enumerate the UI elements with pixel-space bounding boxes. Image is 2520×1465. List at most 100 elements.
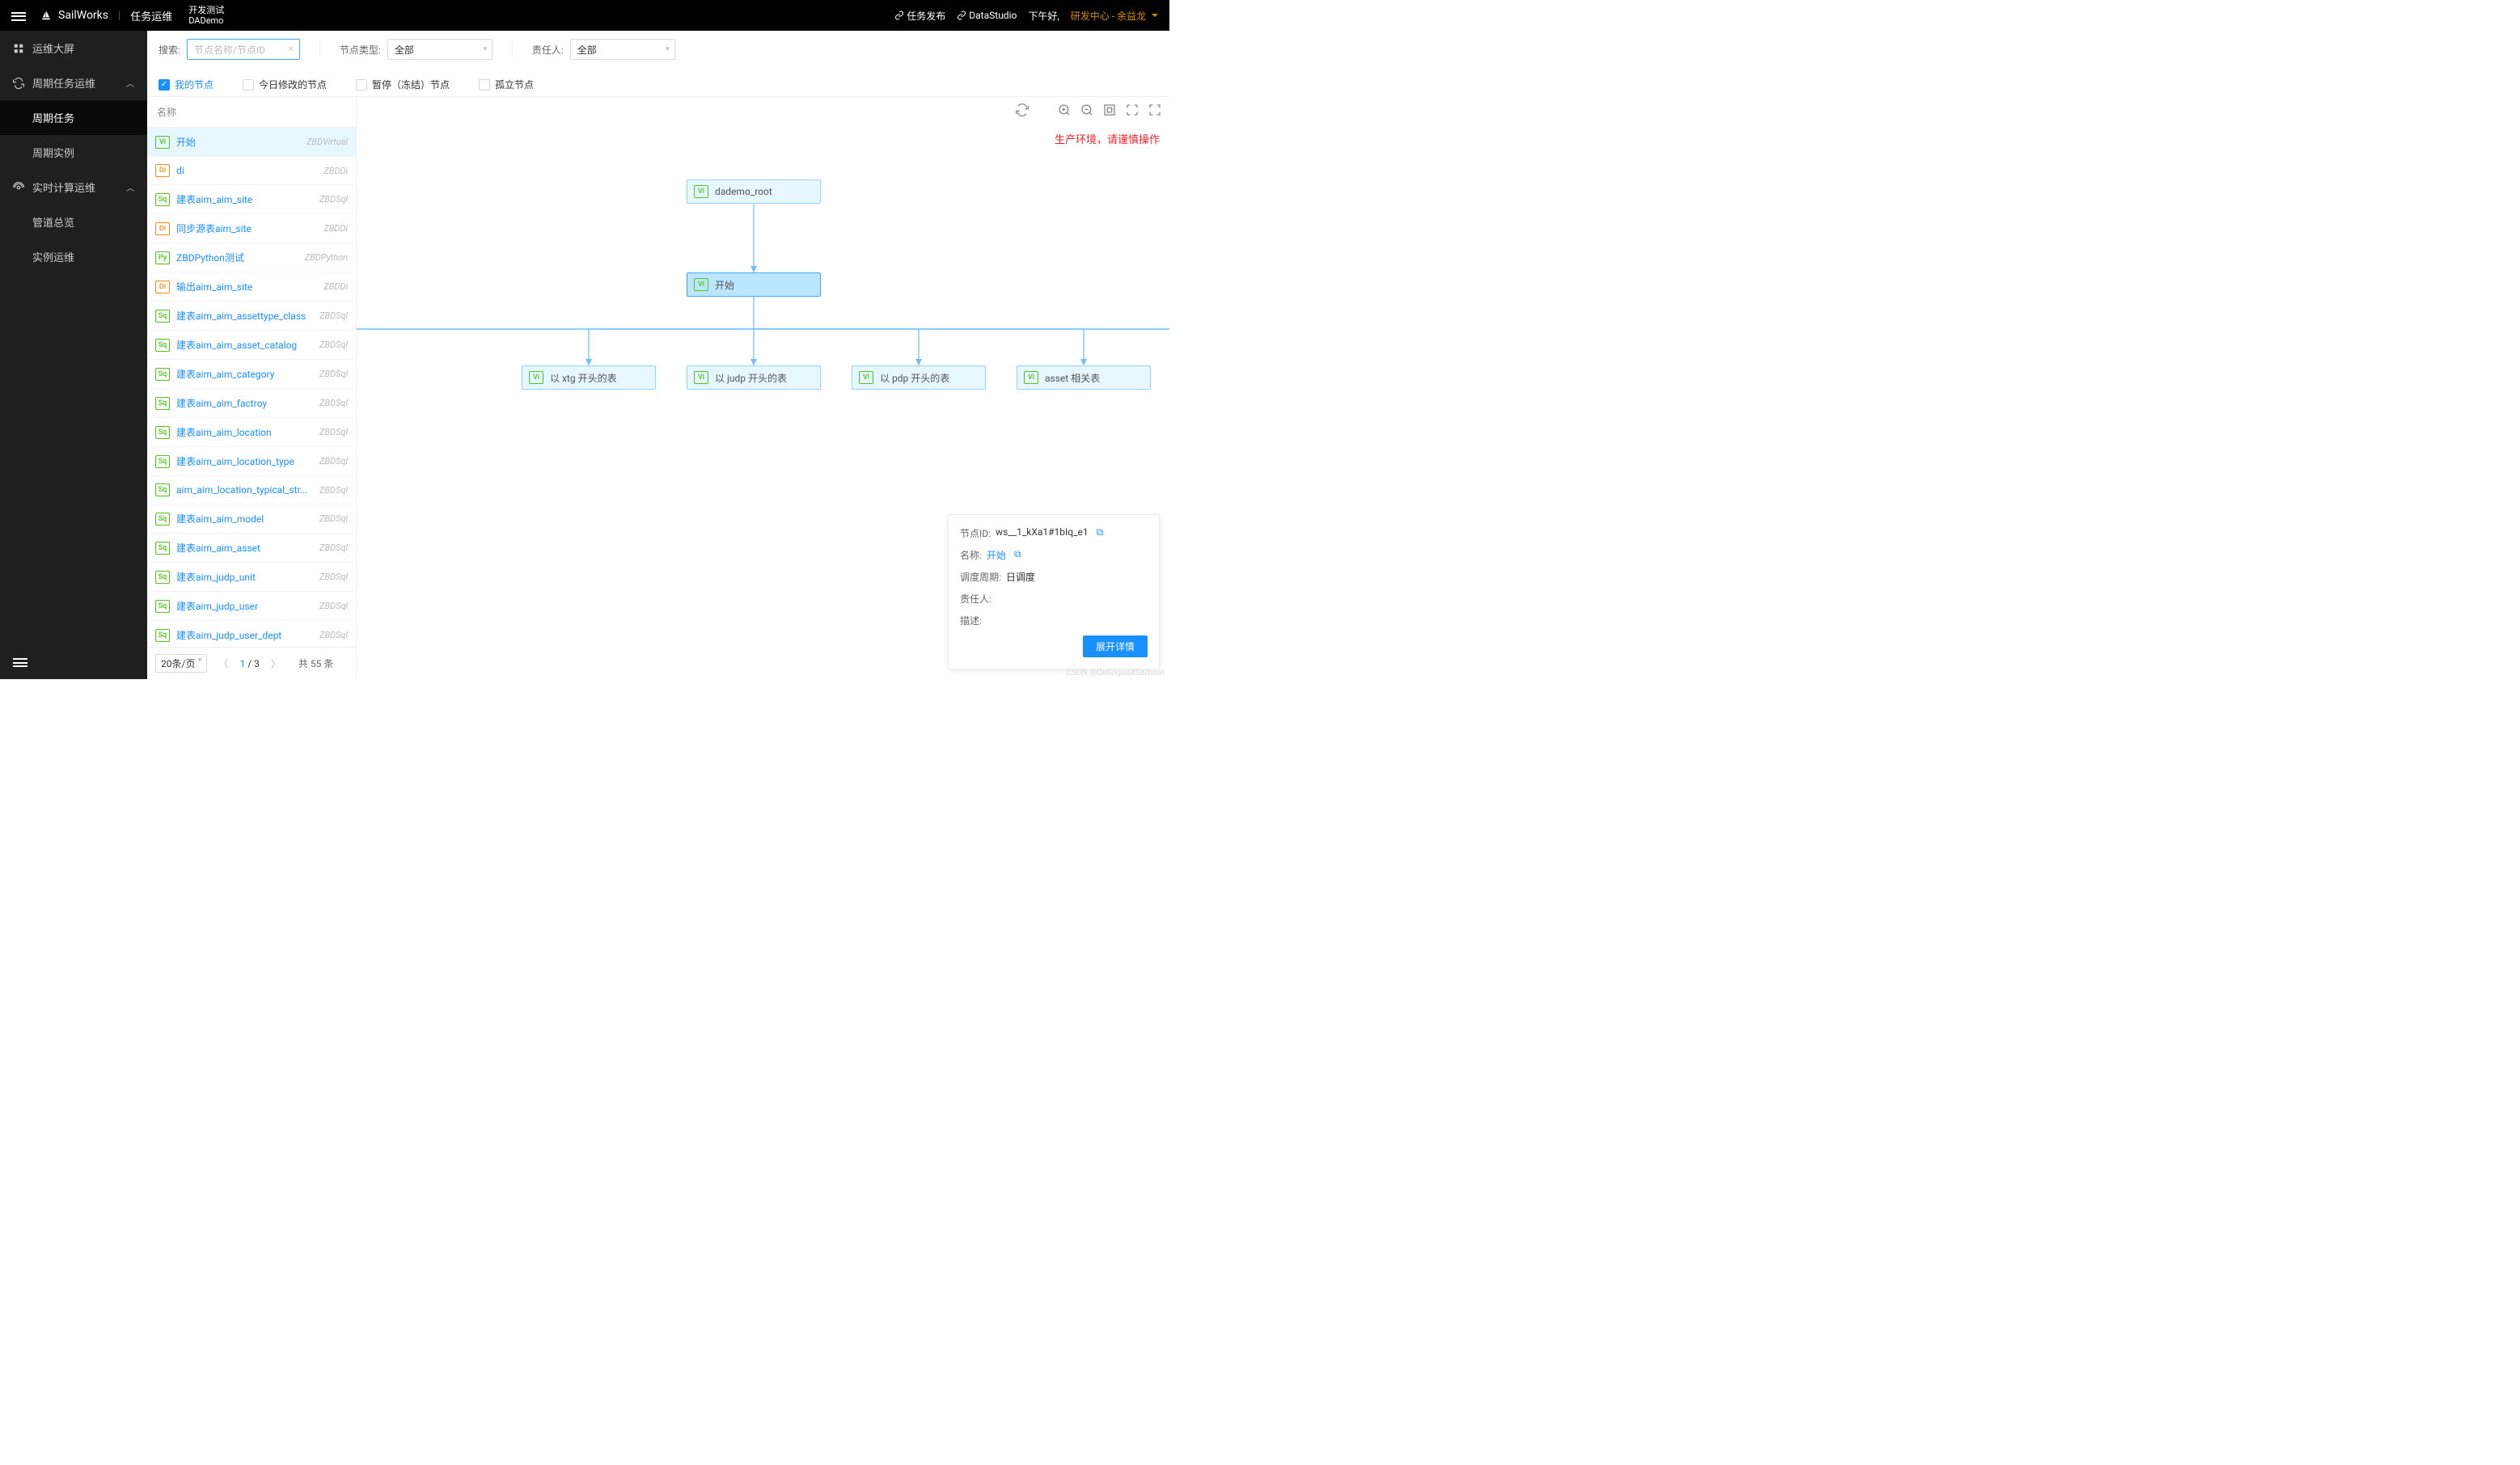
list-item[interactable]: Vi开始ZBDVirtual xyxy=(147,128,356,157)
list-item[interactable]: Sq建表aim_aim_assettype_classZBDSql xyxy=(147,302,356,331)
list-item[interactable]: Sq建表aim_aim_assetZBDSql xyxy=(147,534,356,563)
list-item[interactable]: Sq建表aim_aim_locationZBDSql xyxy=(147,418,356,447)
pagination: 20条/页 ▾ 〈 1 / 3 〉 共 55 条 xyxy=(147,647,356,679)
node-type: ZBDSql xyxy=(319,310,348,321)
node-type: ZBDSql xyxy=(319,572,348,582)
expand-detail-button[interactable]: 展开详情 xyxy=(1083,635,1148,657)
node-name: 建表aim_judp_user_dept xyxy=(176,628,319,642)
list-item[interactable]: Sq建表aim_aim_modelZBDSql xyxy=(147,505,356,534)
node-type: ZBDSql xyxy=(319,456,348,467)
list-item[interactable]: PyZBDPython测试ZBDPython xyxy=(147,243,356,272)
copy-icon[interactable]: ⧉ xyxy=(1097,526,1104,540)
list-item[interactable]: Sq建表aim_aim_categoryZBDSql xyxy=(147,360,356,389)
node-list[interactable]: Vi开始ZBDVirtualDidiZBDDiSq建表aim_aim_siteZ… xyxy=(147,128,356,647)
sidebar-item-dashboard[interactable]: 运维大屏 xyxy=(0,31,147,65)
link-task-publish[interactable]: 任务发布 xyxy=(894,9,945,23)
env-selector[interactable]: 开发测试 DADemo xyxy=(188,5,224,26)
chk-my-nodes[interactable]: ✓ 我的节点 xyxy=(159,78,214,91)
page-prev[interactable]: 〈 xyxy=(215,657,231,670)
list-item[interactable]: Sqaim_aim_location_typical_str...ZBDSql xyxy=(147,476,356,505)
node-name: 建表aim_aim_model xyxy=(176,512,319,526)
dag-node-label: dademo_root xyxy=(715,186,772,197)
checkbox-icon xyxy=(356,79,367,91)
link-datastudio[interactable]: DataStudio xyxy=(957,10,1017,21)
dag-node-label: 以 judp 开头的表 xyxy=(715,371,787,385)
node-type: ZBDDi xyxy=(323,281,348,292)
dag-canvas[interactable]: 生产环境，请谨慎操作 Vidademo_rootVi开始Vi相关表Vi以 xtg… xyxy=(357,97,1169,679)
list-item[interactable]: Sq建表aim_aim_asset_catalogZBDSql xyxy=(147,331,356,360)
type-badge: Vi xyxy=(694,185,708,198)
checkbox-icon xyxy=(479,79,490,91)
list-item[interactable]: Di输出aim_aim_siteZBDDi xyxy=(147,272,356,302)
list-item[interactable]: Di同步源表aim_siteZBDDi xyxy=(147,214,356,243)
list-item[interactable]: Sq建表aim_aim_location_typeZBDSql xyxy=(147,447,356,476)
type-badge: Sq xyxy=(155,483,170,496)
node-type: ZBDSql xyxy=(319,485,348,496)
list-item[interactable]: Sq建表aim_judp_unitZBDSql xyxy=(147,563,356,592)
node-type: ZBDSql xyxy=(319,630,348,640)
sidebar-item-realtime-ops[interactable]: 实时计算运维 ︿ xyxy=(0,170,147,205)
chk-label: 暂停（冻结）节点 xyxy=(372,78,450,91)
node-type: ZBDDi xyxy=(323,223,348,234)
chk-today-modified[interactable]: 今日修改的节点 xyxy=(243,78,327,91)
list-item[interactable]: Sq建表aim_aim_siteZBDSql xyxy=(147,185,356,214)
type-select[interactable]: 全部 ▾ xyxy=(387,39,493,60)
realtime-icon xyxy=(13,182,24,193)
type-badge: Sq xyxy=(155,397,170,410)
list-item[interactable]: Sq建表aim_aim_factroyZBDSql xyxy=(147,389,356,418)
detail-name-value[interactable]: 开始 xyxy=(987,548,1006,562)
brand: SailWorks xyxy=(40,9,108,22)
dag-node[interactable]: Vi以 judp 开头的表 xyxy=(687,365,821,390)
dag-node[interactable]: Vi开始 xyxy=(687,272,821,297)
chk-orphan[interactable]: 孤立节点 xyxy=(479,78,534,91)
total-count: 共 55 条 xyxy=(298,657,333,670)
hamburger-icon[interactable] xyxy=(11,10,26,21)
link-icon xyxy=(957,11,966,20)
dag-node[interactable]: Vi 以 pdp 开头的表 xyxy=(852,365,986,390)
sidebar-item-periodic-task[interactable]: 周期任务 xyxy=(0,100,147,135)
node-name: 同步源表aim_site xyxy=(176,222,323,235)
dag-node-label: 以 pdp 开头的表 xyxy=(880,371,949,385)
node-type: ZBDSql xyxy=(319,398,348,408)
list-item[interactable]: Sq建表aim_judp_userZBDSql xyxy=(147,592,356,621)
sidebar-item-periodic-ops[interactable]: 周期任务运维 ︿ xyxy=(0,65,147,100)
owner-label: 责任人: xyxy=(532,43,564,57)
copy-icon[interactable]: ⧉ xyxy=(1014,548,1021,562)
type-badge: Sq xyxy=(155,542,170,555)
chk-paused[interactable]: 暂停（冻结）节点 xyxy=(356,78,450,91)
sidebar-label: 管道总览 xyxy=(32,214,74,230)
user-menu[interactable]: 研发中心 - 余益龙 xyxy=(1071,9,1158,23)
chevron-down-icon: ▾ xyxy=(483,45,487,53)
sidebar-item-pipeline-overview[interactable]: 管道总览 xyxy=(0,205,147,239)
owner-select[interactable]: 全部 ▾ xyxy=(570,39,675,60)
type-badge: Vi xyxy=(859,371,873,384)
divider: | xyxy=(118,10,121,22)
dag-node[interactable]: Vi dademo_root xyxy=(687,179,821,204)
page-size-select[interactable]: 20条/页 ▾ xyxy=(155,654,207,673)
node-name: 建表aim_aim_location_type xyxy=(176,454,319,468)
type-badge: Sq xyxy=(155,310,170,323)
env-name: 开发测试 xyxy=(188,5,224,15)
dag-node[interactable]: Vi以 xtg 开头的表 xyxy=(522,365,656,390)
page-next[interactable]: 〉 xyxy=(268,657,284,670)
dag-node[interactable]: Viasset 相关表 xyxy=(1017,365,1151,390)
sidebar-label: 周期任务 xyxy=(32,110,74,125)
search-input[interactable]: 节点名称/节点ID ✕ xyxy=(187,39,300,60)
owner-value: 全部 xyxy=(577,43,597,57)
sidebar-collapse[interactable] xyxy=(0,647,147,680)
cycle-icon xyxy=(13,78,24,89)
dag-node-label: 以 xtg 开头的表 xyxy=(550,371,617,385)
list-item[interactable]: DidiZBDDi xyxy=(147,157,356,185)
list-item[interactable]: Sq建表aim_judp_user_deptZBDSql xyxy=(147,621,356,647)
clear-icon[interactable]: ✕ xyxy=(288,45,294,54)
node-type: ZBDSql xyxy=(319,427,348,437)
brand-text: SailWorks xyxy=(58,9,108,22)
node-type: ZBDDi xyxy=(323,166,348,176)
sidebar-item-periodic-instance[interactable]: 周期实例 xyxy=(0,135,147,170)
link-datastudio-text: DataStudio xyxy=(969,10,1017,21)
sidebar-item-instance-ops[interactable]: 实例运维 xyxy=(0,239,147,274)
env-project: DADemo xyxy=(188,15,224,26)
sidebar: 运维大屏 周期任务运维 ︿ 周期任务 周期实例 实时计算运维 ︿ 管道总览 实例… xyxy=(0,31,147,679)
type-badge: Vi xyxy=(155,136,170,149)
type-value: 全部 xyxy=(395,43,414,57)
